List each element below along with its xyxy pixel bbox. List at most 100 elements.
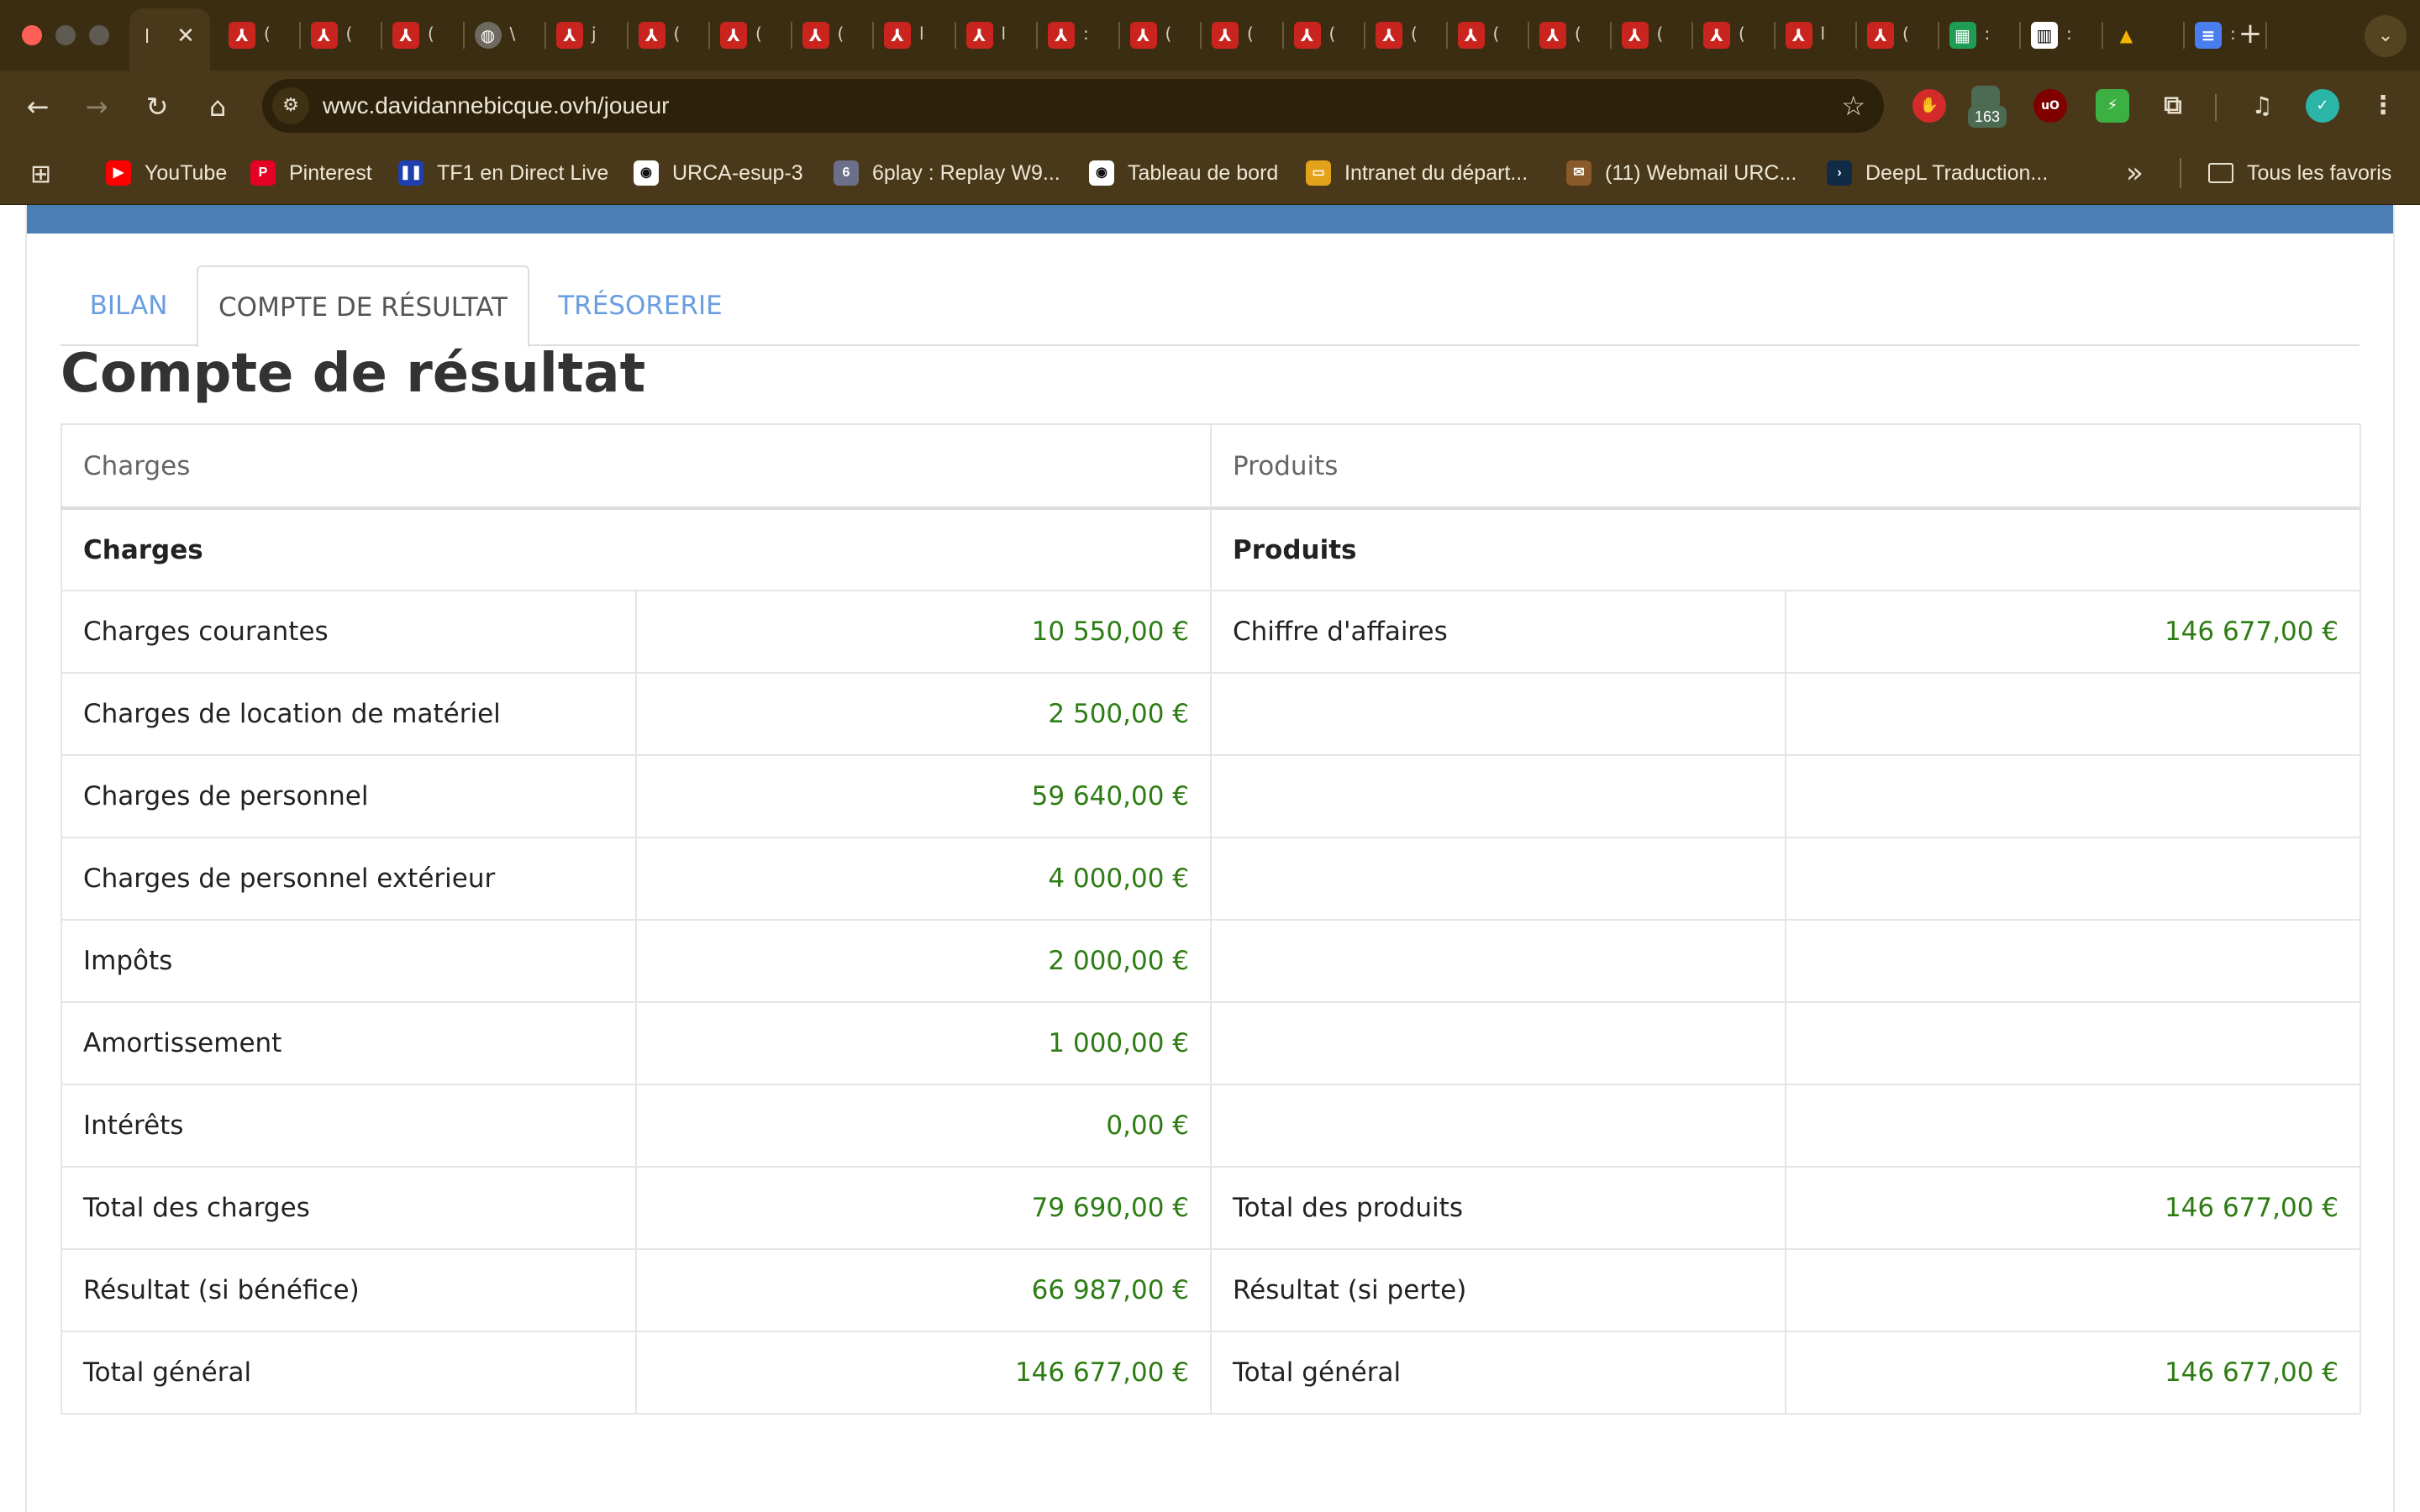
- eye-icon: ◉: [634, 160, 659, 186]
- browser-tab[interactable]: ⅄(: [220, 12, 299, 59]
- tab-compte-de-resultat[interactable]: COMPTE DE RÉSULTAT: [197, 265, 529, 348]
- tab-search-button[interactable]: ⌄: [2365, 15, 2407, 57]
- browser-tab[interactable]: ⅄(: [1531, 12, 1610, 59]
- bookmark-label: DeepL Traduction...: [1865, 160, 2049, 185]
- lightning-extension-icon[interactable]: ⚡: [2096, 89, 2129, 123]
- right-value: 146 677,00 €: [1785, 590, 2362, 674]
- close-tab-icon[interactable]: ✕: [171, 22, 200, 50]
- pdf-icon: ⅄: [802, 22, 829, 49]
- extension-badge: 163: [1968, 106, 2007, 128]
- browser-tab[interactable]: ⅄(: [1695, 12, 1774, 59]
- tab-title: l: [1820, 24, 1826, 44]
- tab-separator: [1364, 22, 1365, 49]
- apps-grid-icon[interactable]: ⊞: [30, 161, 57, 188]
- active-tab[interactable]: l ✕: [129, 8, 210, 71]
- browser-tab[interactable]: ⅄(: [1203, 12, 1282, 59]
- left-label: Amortissement: [60, 1001, 637, 1085]
- browser-tab[interactable]: ⅄(: [1859, 12, 1938, 59]
- zoom-window-button[interactable]: [89, 25, 109, 45]
- right-label: Chiffre d'affaires: [1210, 590, 1787, 674]
- media-control-icon[interactable]: ♫: [2245, 89, 2279, 123]
- more-bookmarks-icon[interactable]: »: [2126, 156, 2144, 190]
- bookmark-item[interactable]: ❚❚ TF1 en Direct Live: [398, 158, 608, 188]
- browser-tab[interactable]: ⅄(: [1367, 12, 1446, 59]
- url-text[interactable]: wwc.davidannebicque.ovh/joueur: [323, 92, 670, 119]
- browser-tab[interactable]: ⅄(: [384, 12, 463, 59]
- bookmark-label: YouTube: [145, 160, 228, 185]
- pdf-icon: ⅄: [556, 22, 583, 49]
- ublock-icon[interactable]: uO: [2033, 89, 2067, 123]
- browser-tab[interactable]: ⅄(: [794, 12, 873, 59]
- browser-tab[interactable]: ⅄ l: [876, 12, 955, 59]
- browser-tab[interactable]: ⅄(: [302, 12, 381, 59]
- tab-separator: [298, 22, 301, 49]
- right-label: Résultat (si perte): [1210, 1248, 1787, 1332]
- browser-tab[interactable]: ⅄ l: [958, 12, 1037, 59]
- bookmark-item[interactable]: 6 6play : Replay W9...: [834, 158, 1060, 188]
- tab-separator: [708, 22, 710, 49]
- tab-separator: [872, 22, 874, 49]
- forward-icon[interactable]: →: [77, 87, 116, 126]
- new-tab-button[interactable]: +: [2232, 15, 2269, 52]
- bookmark-item[interactable]: › DeepL Traduction...: [1827, 158, 2048, 188]
- browser-toolbar: ← → ↻ ⌂ ⚙ wwc.davidannebicque.ovh/joueur…: [0, 71, 2420, 141]
- browser-tab[interactable]: ⅄(: [1122, 12, 1201, 59]
- browser-tab[interactable]: ▥:: [2023, 12, 2102, 59]
- browser-tab[interactable]: ▦:: [1941, 12, 2020, 59]
- browser-tab[interactable]: ⅄(: [1449, 12, 1528, 59]
- browser-tab[interactable]: ⅄:: [1039, 12, 1118, 59]
- back-icon[interactable]: ←: [18, 87, 57, 126]
- bookmark-item[interactable]: ▭ Intranet du départ...: [1306, 158, 1528, 188]
- hand-extension-icon[interactable]: ✋: [1912, 89, 1946, 123]
- table-row: Total des charges 79 690,00 € Total des pr…: [60, 1166, 2362, 1250]
- right-value: [1785, 672, 2362, 756]
- pdf-icon: ⅄: [965, 22, 993, 49]
- bookmark-item[interactable]: ✉ (11) Webmail URC...: [1566, 158, 1797, 188]
- right-label: [1210, 672, 1787, 756]
- browser-tab[interactable]: ⅄ l: [1777, 12, 1856, 59]
- table-row: Impôts 2 000,00 €: [60, 919, 2362, 1003]
- profile-avatar[interactable]: ✓: [2306, 89, 2339, 123]
- bookmark-item[interactable]: ◉ Tableau de bord: [1089, 158, 1278, 188]
- minimize-window-button[interactable]: [55, 25, 76, 45]
- bookmark-item[interactable]: ◉ URCA-esup-3: [634, 158, 803, 188]
- left-label: Résultat (si bénéfice): [60, 1248, 637, 1332]
- home-icon[interactable]: ⌂: [198, 87, 237, 126]
- menu-kebab-icon[interactable]: ⋮: [2366, 89, 2400, 123]
- pdf-icon: ⅄: [1129, 22, 1157, 49]
- right-value: [1785, 837, 2362, 921]
- browser-tab[interactable]: ⅄ j: [548, 12, 627, 59]
- drive-icon: ▲: [2119, 25, 2133, 45]
- tab-title: (: [264, 24, 271, 44]
- tab-separator: [544, 22, 546, 49]
- browser-tab[interactable]: ⅄(: [712, 12, 791, 59]
- browser-tab[interactable]: ⅄(: [1613, 12, 1692, 59]
- left-value: 1 000,00 €: [634, 1001, 1213, 1085]
- extensions-puzzle-icon[interactable]: ⧉: [2156, 89, 2190, 123]
- bookmark-item[interactable]: ▶ YouTube: [106, 158, 227, 188]
- close-window-button[interactable]: [22, 25, 42, 45]
- all-bookmarks-folder[interactable]: Tous les favoris: [2208, 158, 2391, 188]
- browser-tab[interactable]: ⅄(: [630, 12, 709, 59]
- eye-icon: ◉: [1089, 160, 1114, 186]
- pdf-icon: ⅄: [884, 22, 911, 49]
- left-value: 146 677,00 €: [634, 1331, 1213, 1415]
- tab-title: \: [509, 24, 516, 44]
- site-settings-icon[interactable]: ⚙: [272, 87, 309, 124]
- reload-icon[interactable]: ↻: [138, 87, 176, 126]
- browser-tab[interactable]: ◍ \: [466, 12, 545, 59]
- pdf-icon: ⅄: [229, 22, 255, 49]
- left-value: 66 987,00 €: [634, 1248, 1213, 1332]
- tab-bilan[interactable]: BILAN: [60, 265, 197, 346]
- tab-title: (: [1328, 24, 1336, 44]
- address-bar[interactable]: ⚙ wwc.davidannebicque.ovh/joueur ☆: [262, 79, 1884, 133]
- section-charges: Charges: [60, 507, 1213, 591]
- bookmark-star-icon[interactable]: ☆: [1841, 87, 1865, 124]
- bookmark-item[interactable]: P Pinterest: [250, 158, 372, 188]
- pdf-icon: ⅄: [1539, 22, 1566, 49]
- tab-tresorerie[interactable]: TRÉSORERIE: [529, 265, 751, 346]
- right-label: [1210, 754, 1787, 838]
- browser-tab[interactable]: ▲: [2105, 12, 2184, 59]
- browser-tab[interactable]: ⅄(: [1286, 12, 1365, 59]
- left-value: 10 550,00 €: [634, 590, 1213, 674]
